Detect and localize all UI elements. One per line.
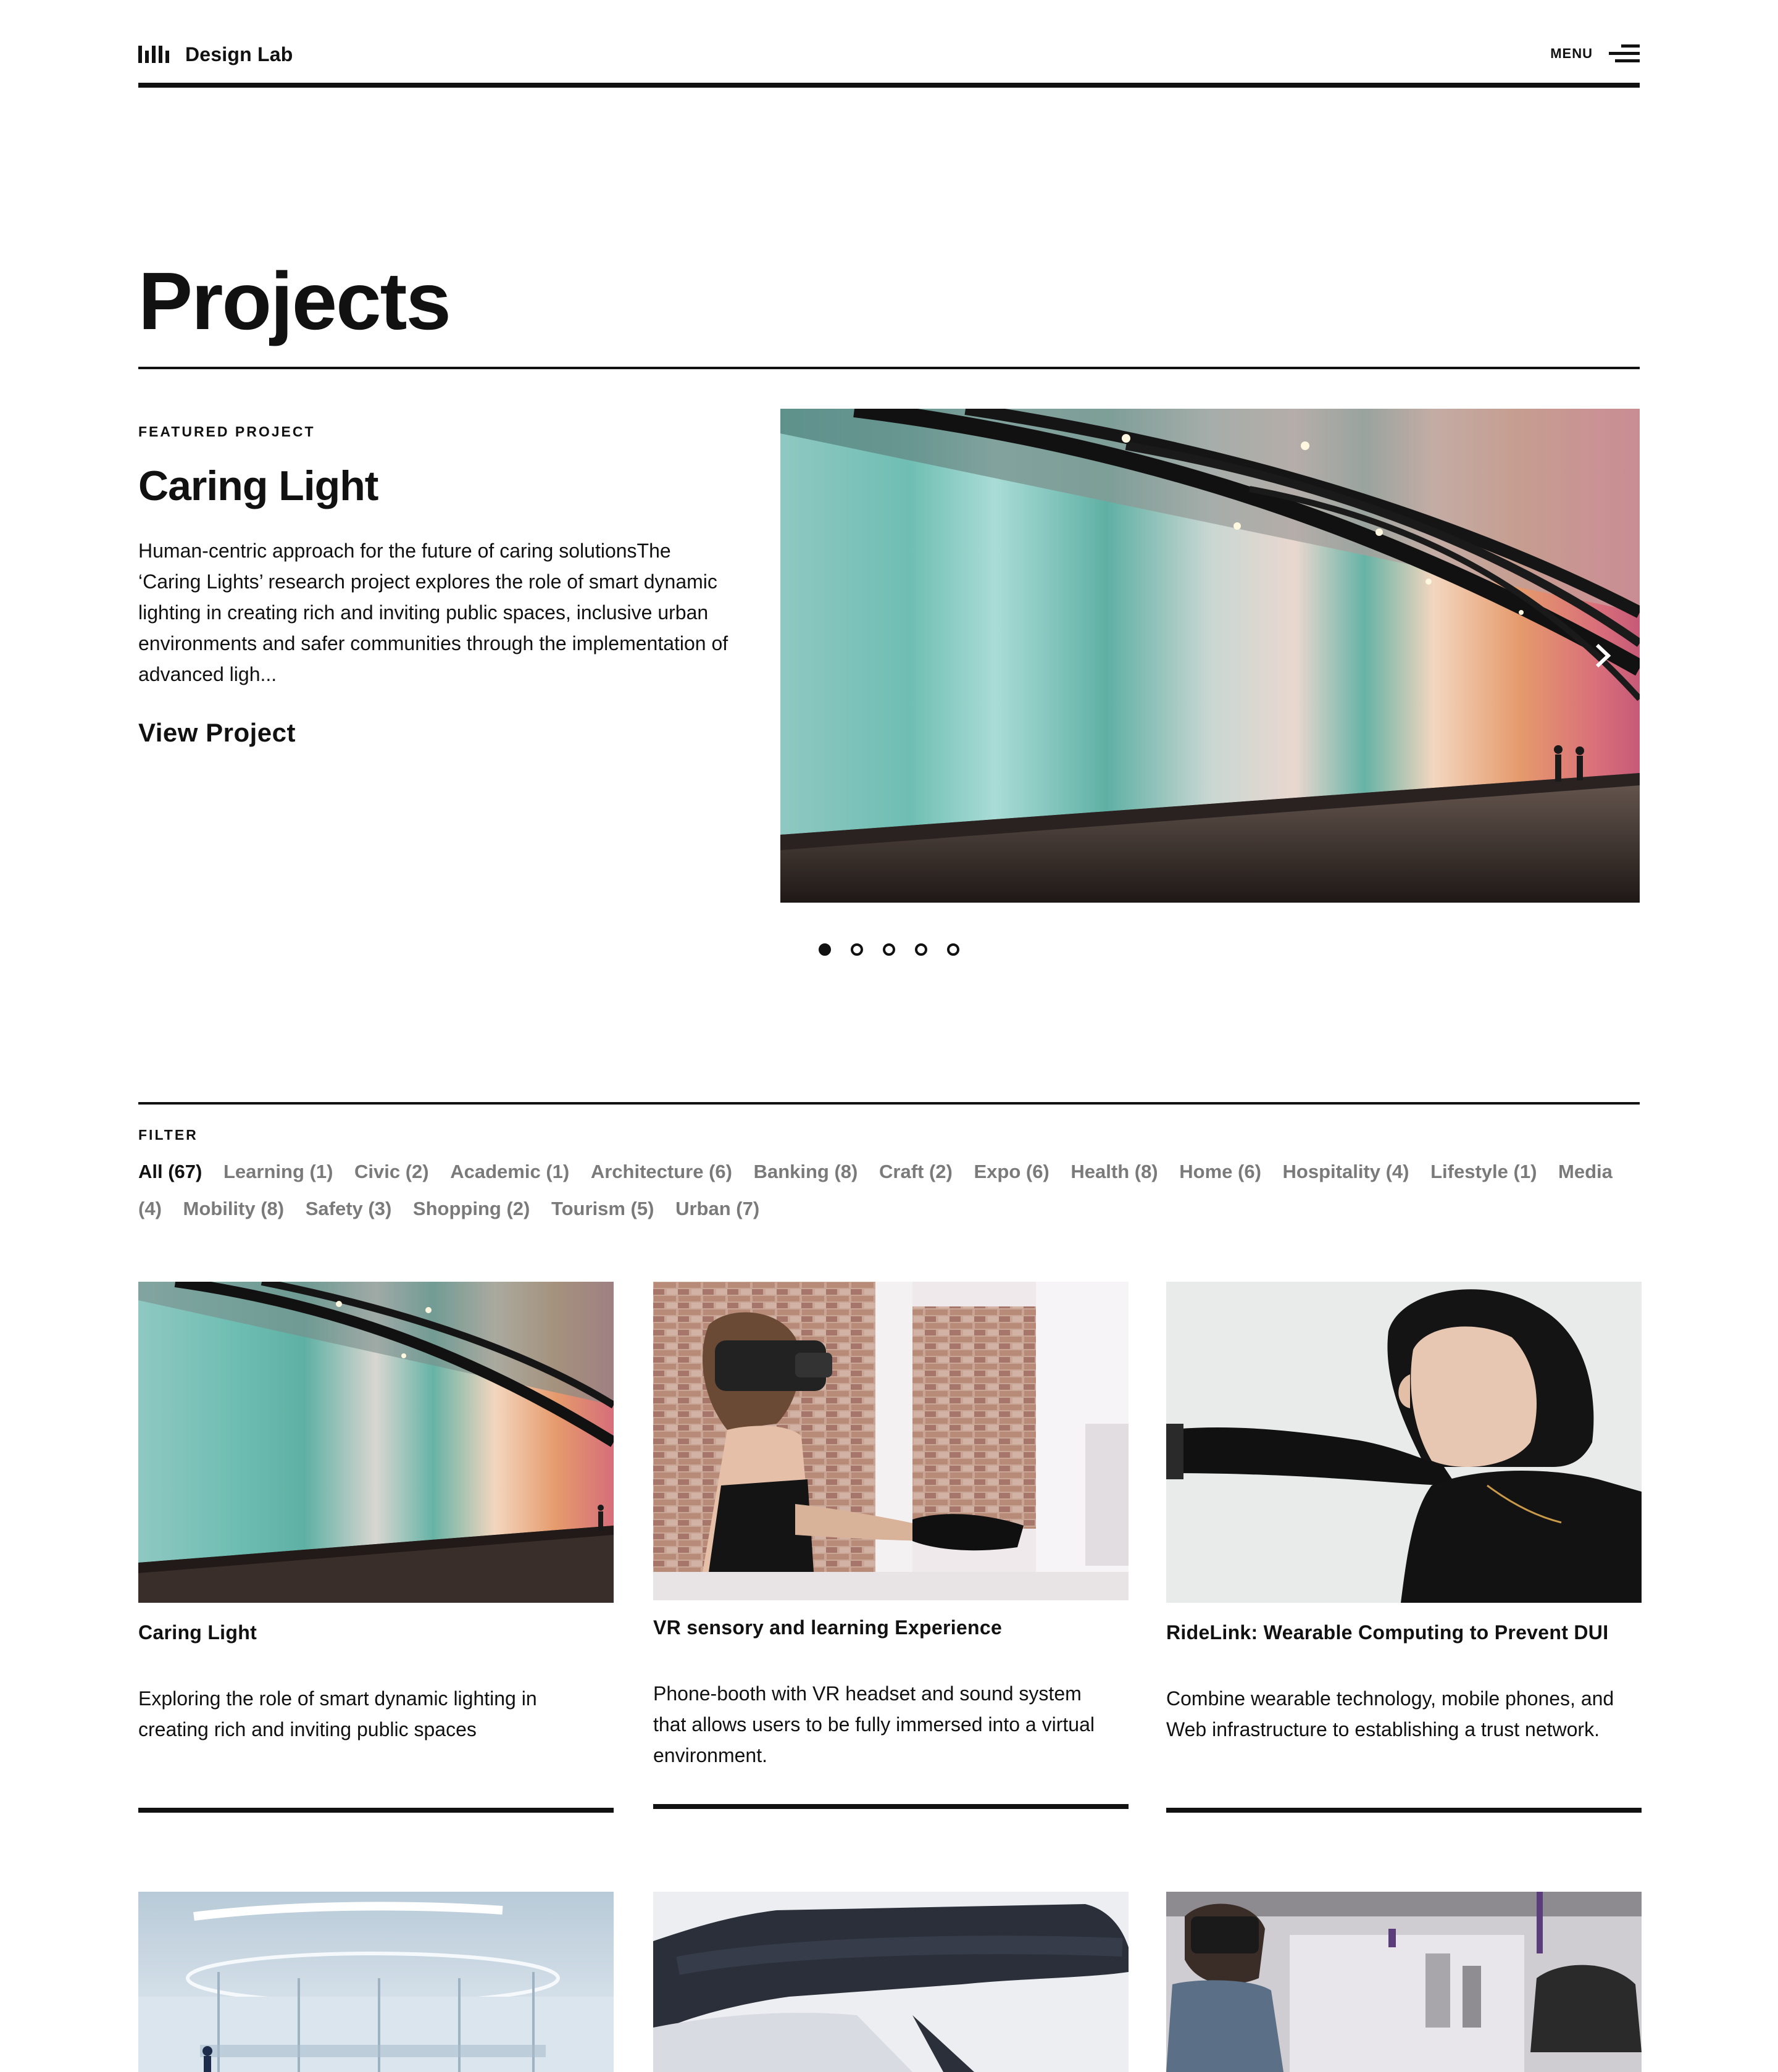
project-card-description: Phone-booth with VR headset and sound sy… — [653, 1682, 1095, 1766]
project-card[interactable] — [138, 1892, 614, 2072]
project-card[interactable]: Caring Light Exploring the role of smart… — [138, 1282, 614, 1745]
filter-item[interactable]: Home (6) — [1179, 1161, 1261, 1182]
site-header: Design Lab MENU — [138, 0, 1640, 88]
filter-item[interactable]: Health (8) — [1071, 1161, 1158, 1182]
carousel-dots — [819, 943, 959, 956]
project-card-image[interactable] — [138, 1892, 614, 2072]
filter-label: FILTER — [138, 1127, 198, 1143]
mit-logo-icon — [138, 46, 169, 63]
vr-headset-photo — [653, 1282, 1129, 1600]
menu-button[interactable]: MENU — [1550, 44, 1640, 62]
project-card-image[interactable] — [1166, 1282, 1642, 1603]
filter-item[interactable]: Shopping (2) — [413, 1198, 530, 1219]
project-card-image[interactable] — [138, 1282, 614, 1603]
card-divider — [138, 1808, 614, 1813]
carousel-dot-5[interactable] — [947, 943, 959, 956]
project-card-description: Combine wearable technology, mobile phon… — [1166, 1687, 1614, 1740]
filter-item[interactable]: Expo (6) — [974, 1161, 1049, 1182]
project-card[interactable]: RideLink: Wearable Computing to Prevent … — [1166, 1282, 1642, 1745]
featured-eyebrow: FEATURED PROJECT — [138, 424, 315, 440]
carousel-dot-4[interactable] — [915, 943, 927, 956]
carousel-dot-1[interactable] — [819, 943, 831, 956]
filter-item[interactable]: Architecture (6) — [591, 1161, 732, 1182]
card-divider — [653, 1804, 1129, 1809]
carousel-dot-3[interactable] — [883, 943, 895, 956]
project-card-image[interactable] — [1166, 1892, 1642, 2072]
vr-lab-photo — [1166, 1892, 1642, 2072]
project-card-image[interactable] — [653, 1892, 1129, 2072]
filter-item[interactable]: Urban (7) — [675, 1198, 759, 1219]
next-arrow-icon[interactable] — [1587, 640, 1617, 671]
tunnel-photo — [138, 1282, 614, 1603]
filter-list: All (67) Learning (1) Civic (2) Academic… — [138, 1153, 1640, 1227]
filter-item[interactable]: Mobility (8) — [183, 1198, 285, 1219]
wearable-band-photo — [653, 1892, 1129, 2072]
filter-item[interactable]: Banking (8) — [754, 1161, 858, 1182]
filter-item[interactable]: Learning (1) — [223, 1161, 333, 1182]
title-section: Projects — [138, 252, 1640, 369]
page-title: Projects — [138, 256, 451, 346]
brand-name: Design Lab — [185, 43, 293, 65]
featured-description: Human-centric approach for the future of… — [138, 540, 728, 685]
wearable-user-photo — [1166, 1282, 1642, 1603]
filter-item[interactable]: Hospitality (4) — [1283, 1161, 1409, 1182]
featured-text: FEATURED PROJECT Caring Light Human-cent… — [138, 424, 731, 748]
project-card[interactable] — [1166, 1892, 1642, 2072]
project-card-title[interactable]: VR sensory and learning Experience — [653, 1615, 1129, 1640]
menu-label: MENU — [1550, 45, 1593, 61]
filter-item[interactable]: Lifestyle (1) — [1430, 1161, 1537, 1182]
view-project-link[interactable]: View Project — [138, 718, 296, 748]
featured-project: FEATURED PROJECT Caring Light Human-cent… — [138, 409, 1640, 964]
project-card-title[interactable]: RideLink: Wearable Computing to Prevent … — [1166, 1620, 1642, 1645]
project-card[interactable] — [653, 1892, 1129, 2072]
carousel-dot-2[interactable] — [851, 943, 863, 956]
filter-item[interactable]: All (67) — [138, 1161, 202, 1182]
featured-title: Caring Light — [138, 462, 378, 509]
project-card-description: Exploring the role of smart dynamic ligh… — [138, 1687, 537, 1740]
project-card[interactable]: VR sensory and learning Experience Phone… — [653, 1282, 1129, 1771]
filter-section: FILTER All (67) Learning (1) Civic (2) A… — [138, 1102, 1640, 1226]
filter-item[interactable]: Craft (2) — [879, 1161, 953, 1182]
filter-item[interactable]: Academic (1) — [450, 1161, 569, 1182]
project-card-title[interactable]: Caring Light — [138, 1620, 614, 1645]
card-divider — [1166, 1808, 1642, 1813]
filter-item[interactable]: Safety (3) — [306, 1198, 392, 1219]
interior-photo — [138, 1892, 614, 2072]
filter-item[interactable]: Tourism (5) — [551, 1198, 654, 1219]
hamburger-icon — [1609, 44, 1640, 62]
project-card-image[interactable] — [653, 1282, 1129, 1600]
tunnel-photo — [780, 409, 1640, 903]
site-logo[interactable]: Design Lab — [138, 44, 293, 64]
filter-item[interactable]: Civic (2) — [354, 1161, 429, 1182]
featured-image[interactable] — [780, 409, 1640, 903]
